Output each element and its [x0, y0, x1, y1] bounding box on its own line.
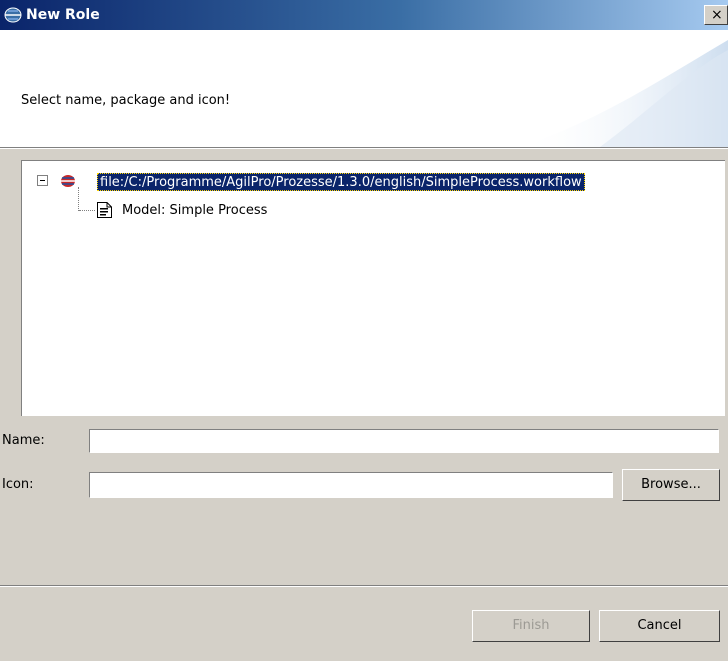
icon-label: Icon:	[2, 477, 34, 492]
name-input[interactable]	[89, 429, 719, 453]
collapse-toggle-icon[interactable]	[37, 175, 48, 186]
header-message: Select name, package and icon!	[21, 93, 231, 108]
document-icon	[97, 202, 112, 218]
header-decoration	[520, 40, 728, 147]
footer-separator-highlight	[0, 586, 728, 587]
cancel-button[interactable]: Cancel	[599, 610, 720, 642]
tree-connector	[78, 187, 79, 211]
tree-item-model[interactable]: Model: Simple Process	[122, 202, 267, 220]
name-label: Name:	[2, 433, 45, 448]
package-tree[interactable]: file:/C:/Programme/AgilPro/Prozesse/1.3.…	[21, 160, 725, 416]
eclipse-app-icon	[4, 7, 22, 23]
browse-button[interactable]: Browse...	[622, 469, 720, 501]
header-separator-highlight	[0, 148, 728, 149]
title-bar[interactable]: New Role ×	[0, 0, 728, 30]
icon-input[interactable]	[89, 472, 613, 498]
agilpro-eclipse-icon	[61, 175, 75, 187]
finish-button[interactable]: Finish	[472, 610, 590, 642]
dialog-header: Select name, package and icon!	[0, 30, 728, 147]
window-title: New Role	[26, 7, 100, 23]
tree-root-item[interactable]: file:/C:/Programme/AgilPro/Prozesse/1.3.…	[97, 173, 585, 191]
tree-connector	[79, 210, 95, 211]
close-button[interactable]: ×	[704, 5, 728, 25]
